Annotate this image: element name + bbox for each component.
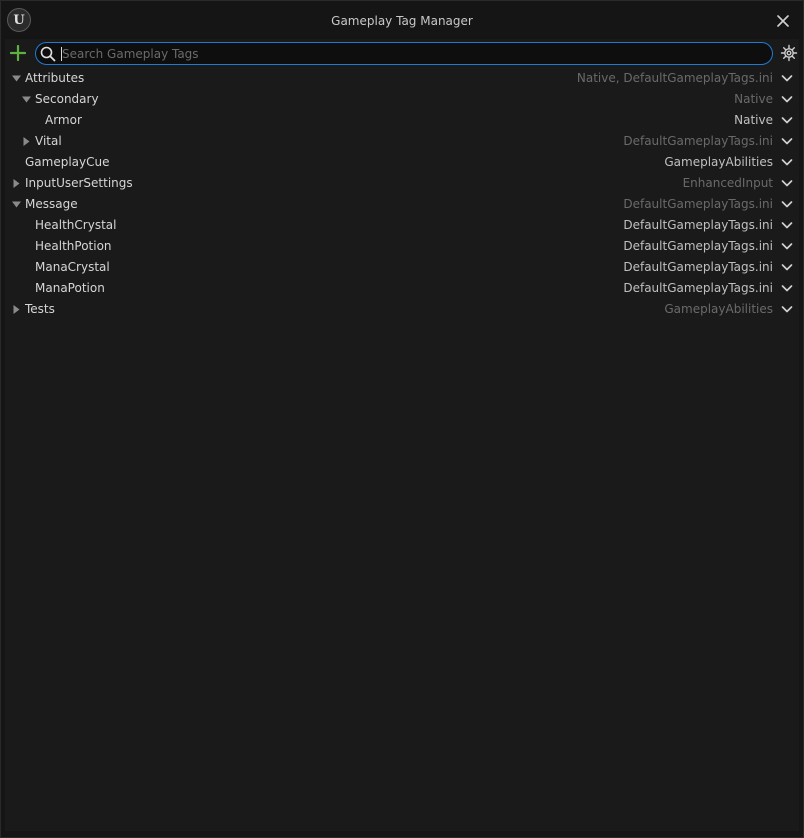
tag-row[interactable]: Tests GameplayAbilities (5, 299, 799, 320)
tag-source: DefaultGameplayTags.ini (623, 239, 773, 253)
settings-button[interactable] (780, 44, 798, 62)
chevron-down-icon[interactable] (781, 221, 793, 230)
tag-label: HealthPotion (35, 239, 112, 253)
tag-source: DefaultGameplayTags.ini (623, 218, 773, 232)
expanded-arrow-icon[interactable] (12, 200, 21, 209)
tag-source: DefaultGameplayTags.ini (623, 260, 773, 274)
tag-row[interactable]: Vital DefaultGameplayTags.ini (5, 131, 799, 152)
tag-source: GameplayAbilities (664, 155, 773, 169)
tag-row[interactable]: Armor Native (5, 110, 799, 131)
tag-source: EnhancedInput (682, 176, 773, 190)
toolbar (5, 39, 799, 67)
tag-row[interactable]: HealthCrystal DefaultGameplayTags.ini (5, 215, 799, 236)
tag-source: DefaultGameplayTags.ini (623, 197, 773, 211)
tag-manager-content: Attributes Native, DefaultGameplayTags.in… (5, 39, 799, 831)
chevron-down-icon[interactable] (781, 179, 793, 188)
tag-label: Secondary (35, 92, 99, 106)
plus-icon (10, 45, 26, 61)
chevron-down-icon[interactable] (781, 95, 793, 104)
tag-label: Message (25, 197, 78, 211)
collapsed-arrow-icon[interactable] (12, 305, 21, 314)
tag-source: Native (734, 92, 773, 106)
tag-source: Native, DefaultGameplayTags.ini (576, 71, 773, 85)
expanded-arrow-icon[interactable] (22, 95, 31, 104)
chevron-down-icon[interactable] (781, 158, 793, 167)
tag-row[interactable]: Attributes Native, DefaultGameplayTags.in… (5, 68, 799, 89)
tag-label: GameplayCue (25, 155, 110, 169)
unreal-logo-icon: U (7, 8, 31, 32)
chevron-down-icon[interactable] (781, 74, 793, 83)
tag-row[interactable]: InputUserSettings EnhancedInput (5, 173, 799, 194)
chevron-down-icon[interactable] (781, 263, 793, 272)
tag-manager-window: U Gameplay Tag Manager Search Gameplay T… (0, 0, 804, 838)
tag-label: InputUserSettings (25, 176, 133, 190)
tag-label: ManaCrystal (35, 260, 110, 274)
tag-row[interactable]: ManaCrystal DefaultGameplayTags.ini (5, 257, 799, 278)
window-title: Gameplay Tag Manager (331, 14, 473, 28)
tag-label: Armor (45, 113, 82, 127)
close-button[interactable] (773, 11, 793, 31)
tag-row[interactable]: GameplayCue GameplayAbilities (5, 152, 799, 173)
tag-label: Attributes (25, 71, 85, 85)
tag-source: DefaultGameplayTags.ini (623, 134, 773, 148)
search-box[interactable] (35, 42, 773, 65)
tag-label: Vital (35, 134, 62, 148)
chevron-down-icon[interactable] (781, 116, 793, 125)
tag-source: GameplayAbilities (664, 302, 773, 316)
collapsed-arrow-icon[interactable] (22, 137, 31, 146)
gear-icon (780, 44, 798, 62)
tag-source: DefaultGameplayTags.ini (623, 281, 773, 295)
tag-row[interactable]: Secondary Native (5, 89, 799, 110)
chevron-down-icon[interactable] (781, 137, 793, 146)
tag-row[interactable]: Message DefaultGameplayTags.ini (5, 194, 799, 215)
search-input[interactable] (62, 45, 762, 63)
tag-source: Native (734, 113, 773, 127)
expanded-arrow-icon[interactable] (12, 74, 21, 83)
tag-row[interactable]: ManaPotion DefaultGameplayTags.ini (5, 278, 799, 299)
chevron-down-icon[interactable] (781, 305, 793, 314)
chevron-down-icon[interactable] (781, 242, 793, 251)
collapsed-arrow-icon[interactable] (12, 179, 21, 188)
tag-label: HealthCrystal (35, 218, 117, 232)
title-bar[interactable]: U Gameplay Tag Manager (1, 1, 803, 39)
tag-label: Tests (25, 302, 55, 316)
tag-label: ManaPotion (35, 281, 105, 295)
search-icon (40, 46, 56, 62)
chevron-down-icon[interactable] (781, 284, 793, 293)
close-icon (777, 15, 789, 27)
chevron-down-icon[interactable] (781, 200, 793, 209)
tag-row[interactable]: HealthPotion DefaultGameplayTags.ini (5, 236, 799, 257)
add-tag-button[interactable] (8, 43, 28, 63)
